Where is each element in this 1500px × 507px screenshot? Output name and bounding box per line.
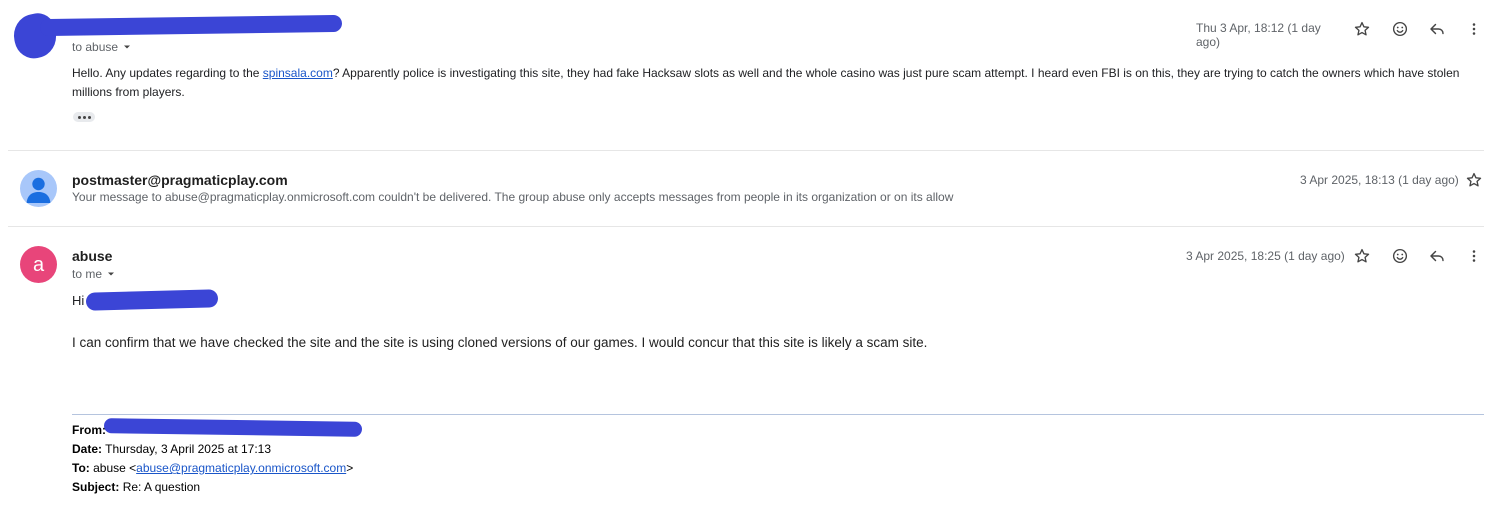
- dot: [77, 115, 81, 119]
- reply-icon: [1430, 250, 1444, 262]
- star-icon: [1354, 21, 1370, 36]
- dot: [82, 115, 86, 119]
- more-vert-icon: [1472, 23, 1476, 35]
- greeting: Hi: [72, 293, 85, 308]
- to-name: abuse <: [93, 461, 137, 475]
- avatar: [20, 170, 57, 207]
- star-button[interactable]: [1462, 168, 1486, 192]
- to-email-link[interactable]: abuse@pragmaticplay.onmicrosoft.com: [136, 461, 346, 475]
- dot: [87, 115, 91, 119]
- message-timestamp: Thu 3 Apr, 18:12 (1 day ago): [1196, 21, 1321, 49]
- date-label: Date:: [72, 442, 103, 456]
- emoji-icon: [1392, 21, 1408, 37]
- star-icon: [1466, 172, 1482, 187]
- message-body: Hello. Any updates regarding to the spin…: [72, 64, 1492, 102]
- reply-icon: [1430, 23, 1444, 35]
- sender-name: abuse: [72, 248, 113, 264]
- star-button[interactable]: [1350, 244, 1374, 268]
- subject-value: Re: A question: [122, 480, 201, 494]
- star-button[interactable]: [1350, 17, 1374, 41]
- date-value: Thursday, 3 April 2025 at 17:13: [105, 442, 272, 456]
- more-vert-icon: [1472, 250, 1476, 262]
- message-body: I can confirm that we have checked the s…: [72, 335, 928, 350]
- more-options-button[interactable]: [1462, 17, 1486, 41]
- to-close: >: [346, 461, 354, 475]
- person-icon: [26, 177, 51, 203]
- avatar-letter: a: [32, 253, 45, 276]
- site-link[interactable]: spinsala.com: [263, 66, 333, 80]
- to-label: to abuse: [72, 40, 119, 54]
- chevron-down-icon: [108, 272, 115, 276]
- quoted-date-row: Date: Thursday, 3 April 2025 at 17:13: [72, 440, 353, 459]
- body-text-start: Hello. Any updates regarding to the: [72, 66, 263, 80]
- message-snippet: Your message to abuse@pragmaticplay.onmi…: [72, 190, 954, 204]
- from-label: From:: [72, 423, 106, 437]
- quoted-to-row: To: abuse <abuse@pragmaticplay.onmicroso…: [72, 459, 353, 478]
- redaction-avatar: [9, 10, 61, 62]
- emoji-icon: [1392, 248, 1408, 264]
- chevron-down-icon: [124, 45, 131, 49]
- more-options-button[interactable]: [1462, 244, 1486, 268]
- to-label: To:: [72, 461, 90, 475]
- avatar: a: [20, 246, 57, 283]
- message-divider: [8, 226, 1484, 227]
- recipient-toggle[interactable]: to me: [72, 267, 116, 281]
- recipient-toggle[interactable]: to abuse: [72, 40, 132, 54]
- quoted-subject-row: Subject: Re: A question: [72, 478, 353, 497]
- redaction-sender: [39, 14, 343, 37]
- subject-label: Subject:: [72, 480, 120, 494]
- quote-separator: [72, 414, 1484, 415]
- react-button[interactable]: [1388, 17, 1412, 41]
- to-label: to me: [72, 267, 103, 281]
- star-icon: [1354, 248, 1370, 263]
- react-button[interactable]: [1388, 244, 1412, 268]
- message-divider: [8, 150, 1484, 151]
- reply-button[interactable]: [1425, 244, 1449, 268]
- redaction-name: [85, 289, 219, 311]
- reply-button[interactable]: [1425, 17, 1449, 41]
- show-trimmed-content-button[interactable]: [73, 112, 95, 122]
- message-timestamp: 3 Apr 2025, 18:13 (1 day ago): [1300, 173, 1459, 187]
- message-timestamp: 3 Apr 2025, 18:25 (1 day ago): [1186, 249, 1345, 263]
- sender-name: postmaster@pragmaticplay.com: [72, 172, 288, 188]
